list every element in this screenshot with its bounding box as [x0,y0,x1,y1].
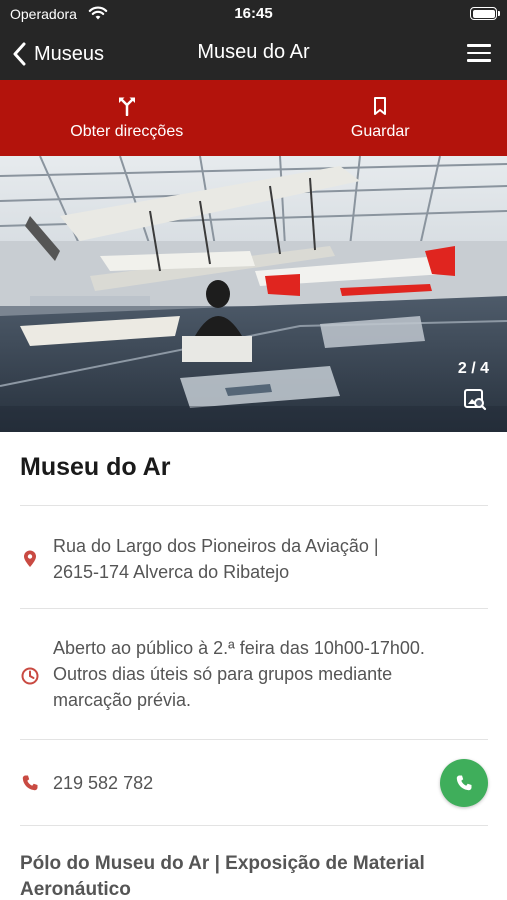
status-bar: Operadora 16:45 [0,0,507,28]
menu-icon[interactable] [467,44,491,64]
directions-icon [118,97,135,116]
phone-icon [22,775,38,791]
museum-photo[interactable]: 2 / 4 [0,156,507,432]
directions-label: Obter direcções [70,122,184,140]
address-line-1: Rua do Largo dos Pioneiros da Aviação | [53,536,379,556]
hangar-photo-image [0,156,507,432]
battery-icon [470,7,500,20]
directions-button[interactable]: Obter direcções [0,80,254,156]
status-time: 16:45 [234,5,273,22]
divider [20,505,488,506]
hours-line-2: Outros dias úteis só para grupos mediant… [53,664,393,684]
divider [20,825,488,826]
museum-name: Museu do Ar [20,453,171,481]
section-title-line-2: Aeronáutico [20,879,131,900]
section-title-line-1: Pólo do Museu do Ar | Exposição de Mater… [20,853,425,874]
gallery-icon[interactable] [463,387,487,411]
back-chevron-icon [13,42,26,66]
section-title: Pólo do Museu do Ar | Exposição de Mater… [20,851,480,900]
phone-number: 219 582 782 [53,773,154,793]
hours-line-1: Aberto ao público à 2.ª feira das 10h00-… [53,638,425,658]
action-bar: Obter direcções Guardar [0,80,507,156]
hours-line-3: marcação prévia. [53,690,192,710]
save-button[interactable]: Guardar [254,80,507,156]
phone-call-icon [456,775,472,791]
back-button-label: Museus [34,42,105,65]
gallery-counter: 2 / 4 [457,360,489,377]
call-button[interactable] [440,759,488,807]
back-button[interactable]: Museus [12,38,104,70]
clock-icon [21,667,39,685]
location-pin-icon [24,550,36,567]
save-label: Guardar [350,122,410,140]
divider [20,608,488,609]
address-line-2: 2615-174 Alverca do Ribatejo [53,562,290,582]
divider [20,739,488,740]
bookmark-icon [374,96,387,115]
navigation-bar: Museus Museu do Ar [0,28,507,80]
